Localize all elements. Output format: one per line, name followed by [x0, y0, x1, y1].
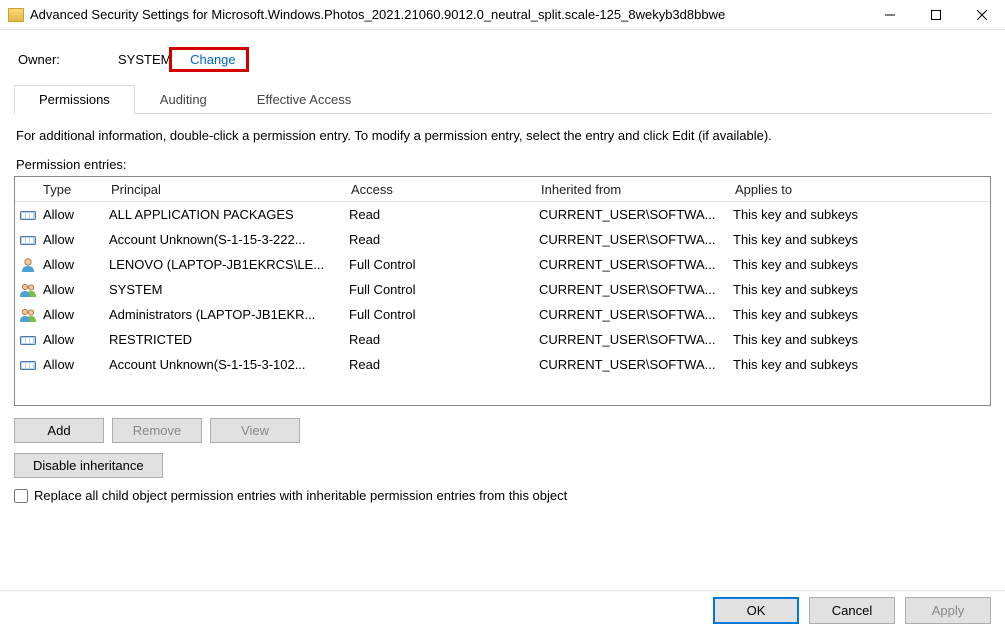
cell-type: Allow [41, 232, 109, 247]
cell-inherited: CURRENT_USER\SOFTWA... [539, 357, 733, 372]
cell-inherited: CURRENT_USER\SOFTWA... [539, 232, 733, 247]
cell-access: Full Control [349, 257, 539, 272]
grid-body: AllowALL APPLICATION PACKAGESReadCURRENT… [15, 202, 990, 377]
key-icon [15, 334, 41, 346]
cell-applies: This key and subkeys [733, 232, 990, 247]
table-row[interactable]: AllowLENOVO (LAPTOP-JB1EKRCS\LE...Full C… [15, 252, 990, 277]
tab-auditing[interactable]: Auditing [135, 85, 232, 113]
change-owner-link[interactable]: Change [184, 50, 242, 69]
cell-type: Allow [41, 282, 109, 297]
entry-buttons-row: Add Remove View [14, 418, 991, 443]
cell-inherited: CURRENT_USER\SOFTWA... [539, 307, 733, 322]
cell-type: Allow [41, 357, 109, 372]
key-icon [15, 209, 41, 221]
cell-inherited: CURRENT_USER\SOFTWA... [539, 257, 733, 272]
cell-inherited: CURRENT_USER\SOFTWA... [539, 332, 733, 347]
cell-type: Allow [41, 207, 109, 222]
cancel-button[interactable]: Cancel [809, 597, 895, 624]
cell-access: Read [349, 207, 539, 222]
dialog-footer: OK Cancel Apply [0, 590, 1005, 634]
cell-applies: This key and subkeys [733, 332, 990, 347]
cell-principal: Account Unknown(S-1-15-3-222... [109, 232, 349, 247]
title-bar: Advanced Security Settings for Microsoft… [0, 0, 1005, 30]
cell-principal: Account Unknown(S-1-15-3-102... [109, 357, 349, 372]
close-button[interactable] [959, 0, 1005, 30]
entries-label: Permission entries: [16, 157, 989, 172]
header-principal[interactable]: Principal [109, 182, 349, 197]
cell-applies: This key and subkeys [733, 357, 990, 372]
key-icon [15, 359, 41, 371]
header-access[interactable]: Access [349, 182, 539, 197]
table-row[interactable]: AllowAdministrators (LAPTOP-JB1EKR...Ful… [15, 302, 990, 327]
replace-children-label: Replace all child object permission entr… [34, 488, 567, 503]
window-buttons [867, 0, 1005, 30]
replace-children-row: Replace all child object permission entr… [14, 488, 991, 503]
view-button[interactable]: View [210, 418, 300, 443]
add-button[interactable]: Add [14, 418, 104, 443]
inheritance-row: Disable inheritance [14, 453, 991, 478]
permissions-grid[interactable]: Type Principal Access Inherited from App… [14, 176, 991, 406]
cell-access: Read [349, 357, 539, 372]
replace-children-checkbox[interactable] [14, 489, 28, 503]
cell-access: Full Control [349, 307, 539, 322]
user-icon [15, 258, 41, 272]
folder-icon [8, 8, 24, 22]
cell-principal: ALL APPLICATION PACKAGES [109, 207, 349, 222]
change-highlight: Change [169, 47, 249, 72]
disable-inheritance-button[interactable]: Disable inheritance [14, 453, 163, 478]
content-area: Owner: SYSTEM Change Permissions Auditin… [0, 30, 1005, 590]
header-applies[interactable]: Applies to [733, 182, 990, 197]
cell-inherited: CURRENT_USER\SOFTWA... [539, 282, 733, 297]
users-icon [15, 308, 41, 322]
table-row[interactable]: AllowALL APPLICATION PACKAGESReadCURRENT… [15, 202, 990, 227]
cell-access: Read [349, 232, 539, 247]
ok-button[interactable]: OK [713, 597, 799, 624]
cell-applies: This key and subkeys [733, 207, 990, 222]
cell-access: Read [349, 332, 539, 347]
owner-value-wrap: SYSTEM Change [118, 52, 249, 67]
users-icon [15, 283, 41, 297]
instruction-text: For additional information, double-click… [16, 128, 989, 143]
maximize-button[interactable] [913, 0, 959, 30]
tab-permissions[interactable]: Permissions [14, 85, 135, 114]
tab-effective-access[interactable]: Effective Access [232, 85, 376, 113]
table-row[interactable]: AllowRESTRICTEDReadCURRENT_USER\SOFTWA..… [15, 327, 990, 352]
owner-value: SYSTEM [118, 52, 171, 67]
cell-principal: SYSTEM [109, 282, 349, 297]
header-type[interactable]: Type [41, 182, 109, 197]
cell-applies: This key and subkeys [733, 282, 990, 297]
header-inherited[interactable]: Inherited from [539, 182, 733, 197]
table-row[interactable]: AllowAccount Unknown(S-1-15-3-222...Read… [15, 227, 990, 252]
cell-type: Allow [41, 257, 109, 272]
minimize-button[interactable] [867, 0, 913, 30]
key-icon [15, 234, 41, 246]
cell-inherited: CURRENT_USER\SOFTWA... [539, 207, 733, 222]
cell-access: Full Control [349, 282, 539, 297]
table-row[interactable]: AllowAccount Unknown(S-1-15-3-102...Read… [15, 352, 990, 377]
remove-button[interactable]: Remove [112, 418, 202, 443]
window-title: Advanced Security Settings for Microsoft… [30, 7, 867, 22]
apply-button[interactable]: Apply [905, 597, 991, 624]
owner-label: Owner: [18, 52, 88, 67]
cell-applies: This key and subkeys [733, 307, 990, 322]
owner-row: Owner: SYSTEM Change [14, 44, 991, 85]
cell-principal: RESTRICTED [109, 332, 349, 347]
table-row[interactable]: AllowSYSTEMFull ControlCURRENT_USER\SOFT… [15, 277, 990, 302]
tab-strip: Permissions Auditing Effective Access [14, 85, 991, 114]
grid-header: Type Principal Access Inherited from App… [15, 177, 990, 202]
cell-principal: Administrators (LAPTOP-JB1EKR... [109, 307, 349, 322]
cell-type: Allow [41, 307, 109, 322]
cell-type: Allow [41, 332, 109, 347]
cell-applies: This key and subkeys [733, 257, 990, 272]
cell-principal: LENOVO (LAPTOP-JB1EKRCS\LE... [109, 257, 349, 272]
